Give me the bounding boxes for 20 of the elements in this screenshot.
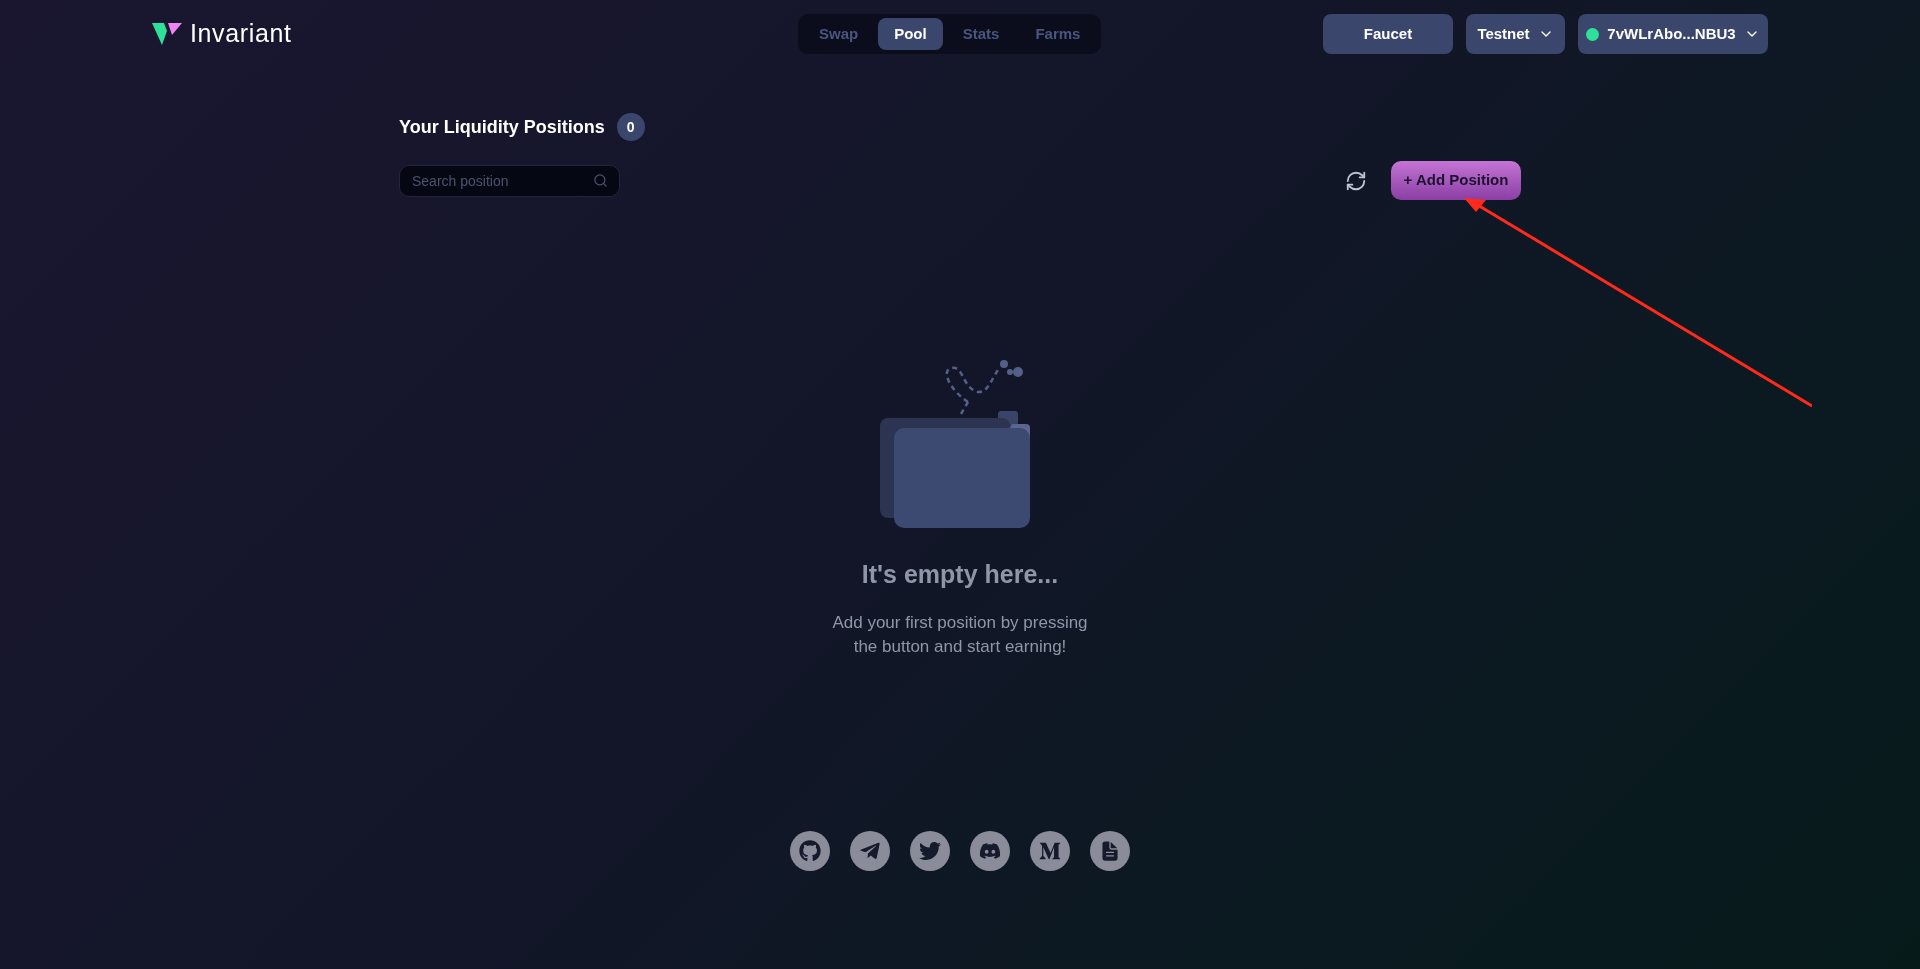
search-icon: [593, 172, 608, 188]
nav-tab[interactable]: Pool: [878, 18, 943, 50]
document-icon[interactable]: [1090, 830, 1130, 871]
github-icon[interactable]: [790, 830, 830, 871]
search-field[interactable]: Search position: [399, 164, 620, 197]
wallet-button[interactable]: 7vWLrAbo...NBU3: [1578, 14, 1768, 54]
empty-title: It's empty here...: [861, 559, 1059, 590]
faucet-button[interactable]: Faucet: [1323, 14, 1453, 54]
medium-icon[interactable]: [1030, 830, 1070, 871]
bird-icon[interactable]: [910, 830, 950, 871]
refresh-button[interactable]: [1345, 169, 1367, 192]
logo-text: Invariant: [190, 18, 292, 50]
add-position-button[interactable]: + Add Position: [1391, 161, 1521, 200]
paper-plane-icon[interactable]: [850, 830, 890, 871]
count-badge: 0: [616, 113, 645, 141]
logo-icon: [152, 23, 182, 45]
network-dropdown[interactable]: Testnet: [1466, 14, 1565, 54]
section-title: Your Liquidity Positions: [399, 115, 605, 139]
empty-description: Add your first position by pressing the button and start earning!: [831, 611, 1089, 658]
discord-icon[interactable]: [970, 830, 1010, 871]
